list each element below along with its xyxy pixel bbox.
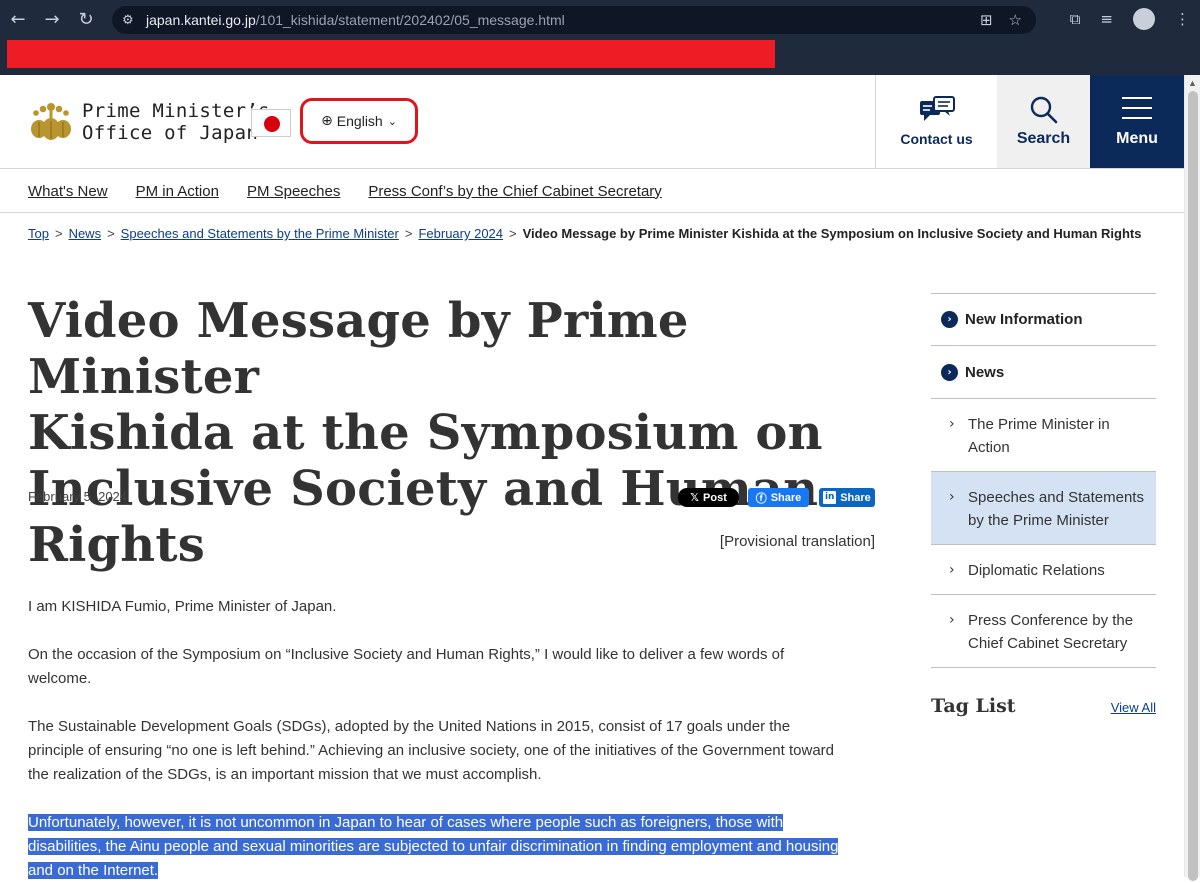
provisional-translation: [Provisional translation] (719, 533, 875, 550)
site-header: Prime Minister’s Office of Japan ⊕ Engli… (0, 75, 1184, 169)
sidebar-item-new-information[interactable]: › New Information (931, 293, 1156, 346)
address-bar[interactable]: ⚙ japan.kantei.go.jp/101_kishida/stateme… (112, 6, 1036, 34)
chevron-right-icon: › (949, 489, 955, 505)
share-facebook-button[interactable]: ⓕ Share (748, 488, 809, 507)
sidebar-item-label: Press Conference by the Chief Cabinet Se… (968, 612, 1134, 652)
facebook-icon: ⓕ (755, 491, 767, 505)
scroll-up-icon[interactable]: ▲ (1188, 78, 1197, 88)
breadcrumb-february-2024[interactable]: February 2024 (418, 226, 503, 241)
translate-icon[interactable]: ⊞ (980, 11, 993, 29)
contact-button[interactable]: Contact us (875, 75, 997, 168)
paragraph-selected: Unfortunately, however, it is not uncomm… (28, 814, 839, 879)
japanese-site-link[interactable] (251, 109, 291, 137)
breadcrumb-speeches[interactable]: Speeches and Statements by the Prime Min… (121, 226, 399, 241)
forward-icon[interactable]: → (42, 7, 62, 33)
site-logo[interactable]: Prime Minister’s Office of Japan (28, 99, 270, 145)
hamburger-icon (1122, 97, 1152, 119)
paragraph: The Sustainable Development Goals (SDGs)… (28, 718, 835, 783)
extensions-icon[interactable]: ⧉ (1070, 10, 1081, 28)
subnav-pm-in-action[interactable]: PM in Action (136, 183, 219, 200)
sidebar-item-diplomatic-relations[interactable]: › Diplomatic Relations (931, 545, 1156, 595)
scroll-thumb[interactable] (1188, 91, 1198, 881)
linkedin-icon: in (823, 491, 837, 504)
url-host: japan.kantei.go.jp (146, 12, 256, 28)
back-icon[interactable]: ← (8, 7, 28, 33)
subnav-whats-new[interactable]: What's New (28, 183, 108, 200)
browser-menu-icon[interactable]: ⋮ (1175, 10, 1190, 28)
paulownia-emblem-icon (31, 103, 71, 140)
chevron-down-icon: ⌄ (387, 114, 397, 128)
menu-button[interactable]: Menu (1090, 75, 1184, 168)
search-label: Search (1016, 130, 1071, 147)
contact-label: Contact us (900, 131, 973, 147)
chevron-right-icon: › (949, 416, 955, 432)
share-x-button[interactable]: 𝕏 Post (678, 488, 739, 507)
japan-flag-icon (264, 116, 280, 132)
subnav-pm-speeches[interactable]: PM Speeches (247, 183, 340, 200)
breadcrumb-top[interactable]: Top (28, 226, 49, 241)
share-fb-label: Share (770, 491, 802, 504)
publish-date: February 5, 2024 (28, 489, 128, 504)
title-line: Inclusive Society and Human Rights (28, 461, 819, 573)
paragraph: On the occasion of the Symposium on “Inc… (28, 646, 785, 687)
logo-line2: Office of Japan (82, 122, 259, 144)
sidebar-item-label: News (965, 363, 1005, 381)
breadcrumb-separator: > (54, 226, 63, 241)
media-icon[interactable]: ≡ (1100, 10, 1113, 28)
browser-chrome: ← → ↻ ⚙ japan.kantei.go.jp/101_kishida/s… (0, 0, 1200, 75)
logo-line1: Prime Minister’s (82, 100, 270, 122)
contact-chat-icon (919, 96, 955, 121)
browser-extensions: ⧉ ≡ ⋮ (1070, 8, 1190, 30)
breadcrumb: Top > News > Speeches and Statements by the … (28, 224, 1158, 244)
x-logo-icon: 𝕏 (690, 491, 700, 504)
subnav-press-conf[interactable]: Press Conf’s by the Chief Cabinet Secret… (368, 183, 661, 200)
article-body: I am KISHIDA Fumio, Prime Minister of Ja… (28, 595, 848, 883)
url-path: /101_kishida/statement/202402/05_message… (255, 12, 565, 28)
search-icon (1030, 96, 1057, 124)
sidebar-item-press-conference[interactable]: › Press Conference by the Chief Cabinet … (931, 595, 1156, 668)
sub-navigation: What's New PM in Action PM Speeches Pres… (0, 170, 1184, 213)
chevron-right-circle-icon: › (941, 311, 958, 328)
paragraph: I am KISHIDA Fumio, Prime Minister of Ja… (28, 598, 337, 615)
tag-list-header: Tag List View All (931, 695, 1156, 717)
share-x-label: Post (703, 491, 727, 504)
breadcrumb-separator: > (404, 226, 413, 241)
breadcrumb-separator: > (107, 226, 115, 241)
page-title: Video Message by Prime Minister Kishida … (28, 293, 888, 573)
language-label: English (336, 113, 383, 129)
globe-icon: ⊕ (321, 113, 333, 129)
browser-nav: ← → ↻ (8, 7, 96, 33)
reload-icon[interactable]: ↻ (76, 7, 96, 33)
share-linkedin-button[interactable]: in Share (819, 488, 875, 507)
sidebar-item-label: Speeches and Statements by the Prime Min… (968, 489, 1144, 529)
breadcrumb-separator: > (509, 226, 517, 241)
sidebar-item-pm-in-action[interactable]: › The Prime Minister in Action (931, 399, 1156, 472)
sidebar-item-label: The Prime Minister in Action (968, 416, 1110, 456)
tag-list-title: Tag List (931, 695, 1016, 717)
sidebar: › New Information › News › The Prime Min… (931, 293, 1156, 717)
view-all-link[interactable]: View All (1111, 700, 1156, 715)
menu-label: Menu (1116, 130, 1158, 147)
title-line: Kishida at the Symposium on (28, 405, 823, 461)
search-button[interactable]: Search (997, 75, 1090, 168)
chevron-right-icon: › (949, 562, 955, 578)
sidebar-item-speeches[interactable]: › Speeches and Statements by the Prime M… (931, 472, 1156, 545)
language-selector[interactable]: ⊕ English ⌄ (300, 98, 418, 144)
site-info-icon[interactable]: ⚙ (122, 13, 140, 28)
sidebar-item-label: New Information (965, 311, 1083, 328)
page-scrollbar[interactable]: ▲ (1184, 75, 1200, 881)
share-li-label: Share (840, 491, 871, 504)
profile-avatar[interactable] (1133, 8, 1155, 30)
breadcrumb-current: Video Message by Prime Minister Kishida … (522, 226, 1142, 241)
chevron-right-icon: › (949, 612, 955, 628)
chevron-right-circle-icon: › (941, 363, 958, 381)
title-line: Video Message by Prime Minister (28, 293, 689, 405)
redacted-bar (7, 40, 775, 68)
sidebar-item-label: Diplomatic Relations (968, 562, 1105, 579)
breadcrumb-news[interactable]: News (69, 226, 102, 241)
bookmark-star-icon[interactable]: ☆ (1009, 11, 1022, 29)
sidebar-item-news[interactable]: › News (931, 346, 1156, 399)
